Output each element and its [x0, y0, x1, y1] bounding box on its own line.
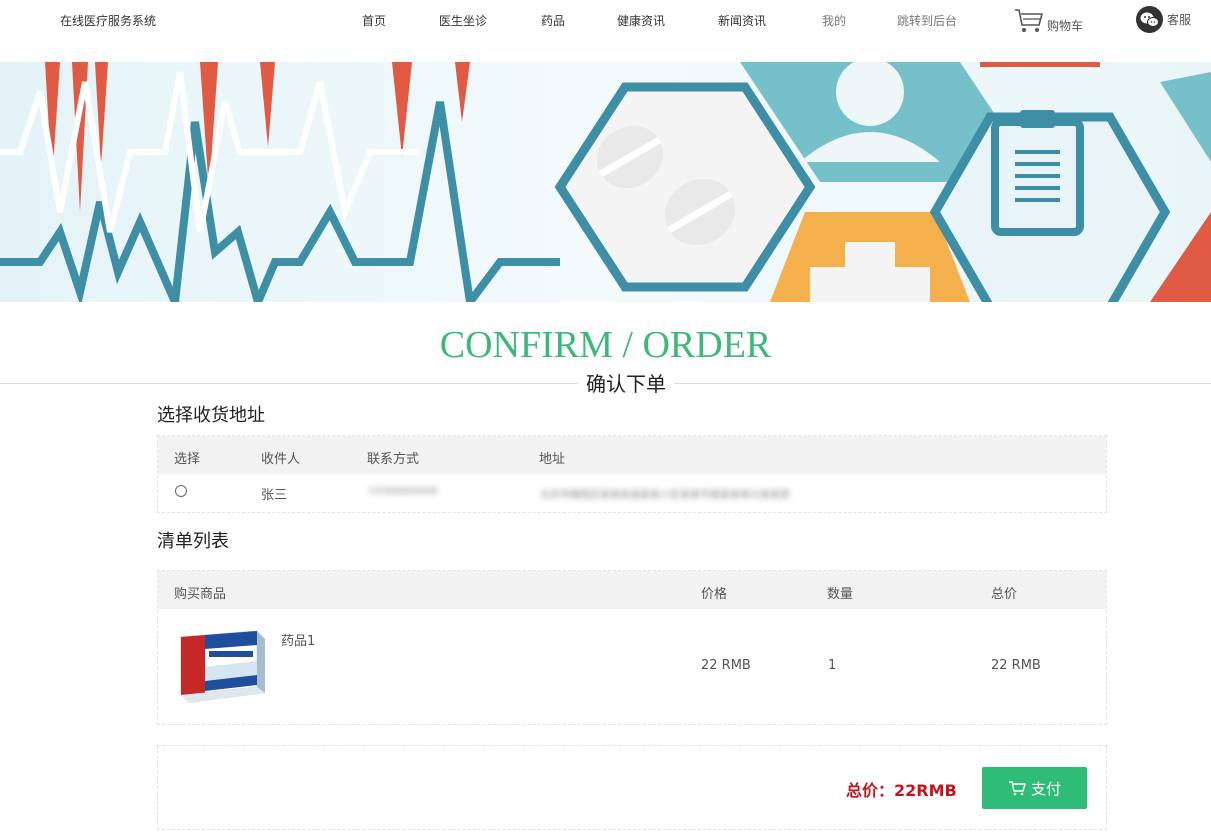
- col-recipient: 收件人: [261, 452, 301, 467]
- nav-health-info[interactable]: 健康资讯: [617, 12, 665, 29]
- address-table: 选择 收件人 联系方式 地址 张三 15300000000 北京市朝阳区某某街道…: [157, 435, 1107, 513]
- col-product: 购买商品: [174, 587, 227, 602]
- nav-admin[interactable]: 跳转到后台: [897, 12, 957, 29]
- cart-icon: [1008, 781, 1026, 796]
- nav-news[interactable]: 新闻资讯: [718, 12, 766, 29]
- address-radio[interactable]: [175, 485, 187, 497]
- order-summary: 总价：22RMB 支付: [157, 745, 1107, 830]
- cart-label: 购物车: [1047, 19, 1084, 33]
- col-select: 选择: [174, 452, 201, 467]
- product-quantity: 1: [828, 658, 837, 673]
- cart-icon: [1015, 9, 1043, 32]
- medicine-box-icon: [175, 627, 267, 707]
- order-table: 购买商品 价格 数量 总价 药品1 22 RMB 1 22 RMB: [157, 570, 1107, 725]
- nav-mine[interactable]: 我的: [822, 12, 846, 29]
- phone-blurred: 15300000000: [363, 474, 513, 508]
- pay-label: 支付: [1030, 779, 1061, 798]
- top-header: 在线医疗服务系统 首页 医生坐诊 药品 健康资讯 新闻资讯 我的 跳转到后台 购…: [0, 0, 1211, 62]
- customer-service-link[interactable]: 客服: [1136, 5, 1191, 33]
- col-contact: 联系方式: [367, 452, 420, 467]
- wechat-icon: [1136, 5, 1163, 33]
- address-heading: 选择收货地址: [157, 405, 265, 426]
- address-blurred: 北京市朝阳区某某街道某某小区某某号楼某某单元某某室: [535, 474, 945, 508]
- order-heading: 清单列表: [157, 531, 229, 552]
- col-quantity: 数量: [827, 587, 854, 602]
- col-address: 地址: [539, 452, 566, 467]
- order-table-header: 购买商品 价格 数量 总价: [158, 571, 1106, 609]
- pay-button[interactable]: 支付: [982, 767, 1087, 809]
- page-title-en: CONFIRM / ORDER: [439, 324, 772, 366]
- cart-link[interactable]: 购物车: [1014, 6, 1083, 34]
- nav-medicine[interactable]: 药品: [541, 12, 565, 29]
- col-price: 价格: [701, 587, 728, 602]
- recipient-name: 张三: [261, 488, 288, 503]
- page-title-zh: 确认下单: [578, 372, 674, 396]
- product-price: 22 RMB: [701, 658, 751, 673]
- col-total: 总价: [991, 587, 1018, 602]
- banner-illustration: [0, 62, 1211, 302]
- address-table-header: 选择 收件人 联系方式 地址: [158, 436, 1106, 474]
- product-name[interactable]: 药品1: [281, 630, 315, 649]
- nav-doctor-consult[interactable]: 医生坐诊: [439, 12, 487, 29]
- nav-home[interactable]: 首页: [362, 12, 386, 29]
- service-label: 客服: [1167, 12, 1192, 27]
- product-total: 22 RMB: [991, 658, 1041, 673]
- medical-banner: [0, 62, 1211, 302]
- total-price: 总价：22RMB: [846, 781, 957, 800]
